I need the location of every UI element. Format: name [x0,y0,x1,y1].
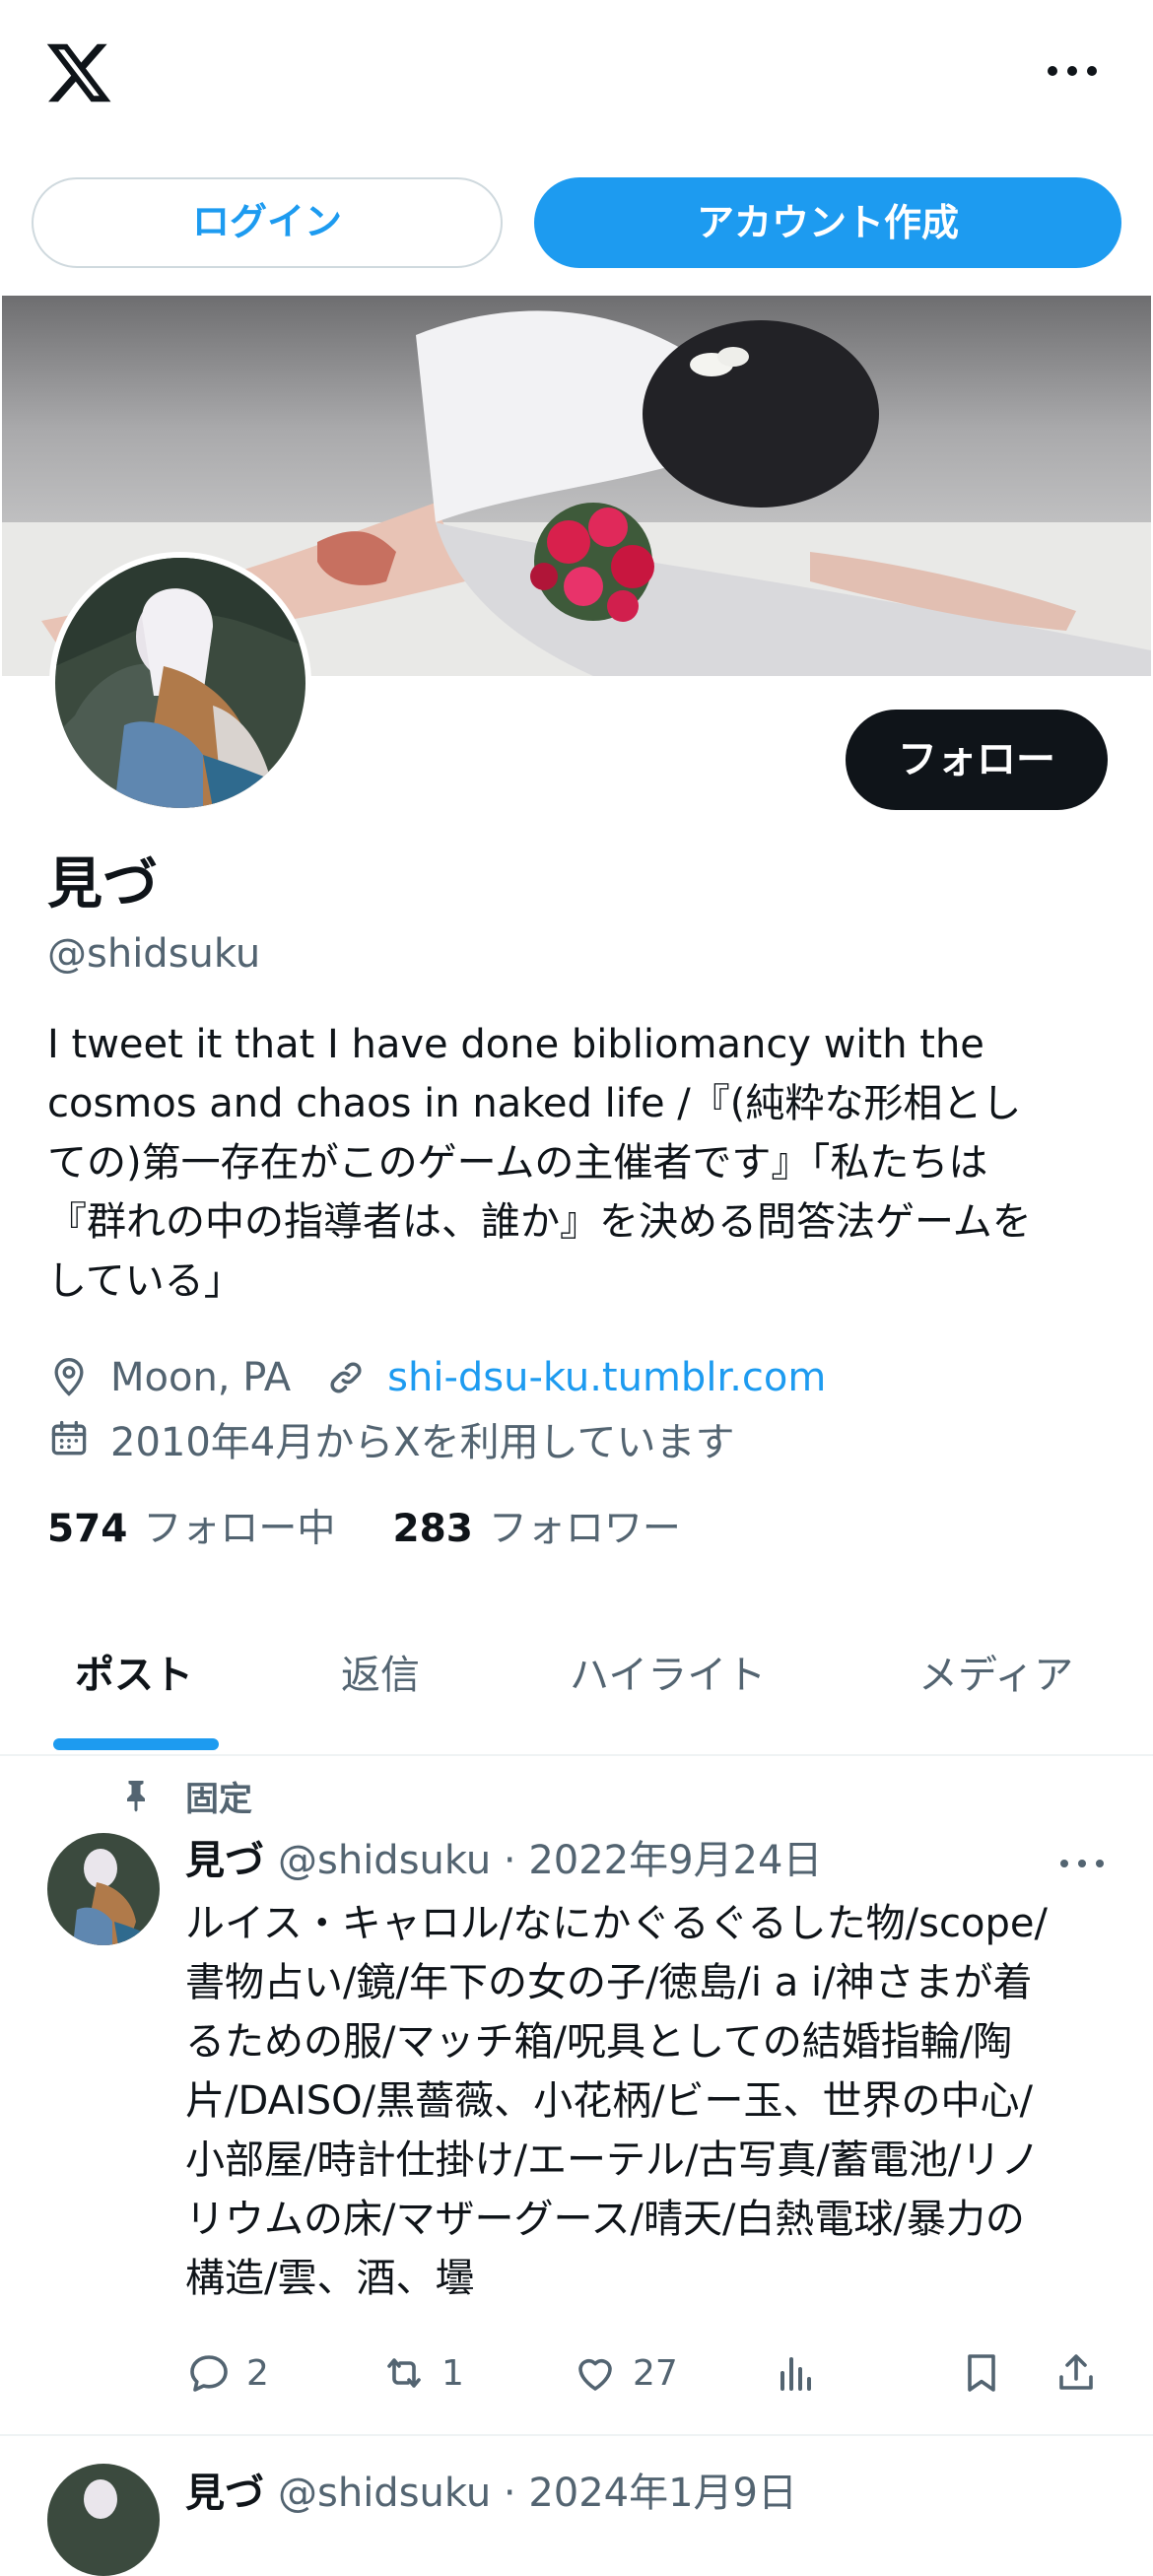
profile-joined-date: 2010年4月からXを利用しています [110,1420,735,1465]
followers-label: フォロワー [488,1507,681,1551]
profile-bio: I tweet it that I have done bibliomancy … [47,1022,1032,1304]
more-horizontal-icon[interactable] [1043,51,1106,91]
tab-media[interactable]: メディア [918,1648,1073,1703]
following-label: フォロー中 [143,1507,336,1551]
reply-button[interactable]: 2 [185,2343,269,2403]
next-post-author-name[interactable]: 見づ [185,2464,264,2523]
profile-meta-row: Moon, PA shi-dsu-ku.tumblr.com [47,1350,826,1405]
heart-icon [572,2349,619,2397]
tab-posts[interactable]: ポスト [75,1648,193,1703]
tab-highlights[interactable]: ハイライト [570,1648,766,1703]
like-count: 27 [633,2352,678,2394]
profile-tabs: ポスト 返信 ハイライト メディア [0,1608,1153,1756]
bookmark-button[interactable] [958,2343,1019,2403]
views-button[interactable] [773,2343,834,2403]
repost-icon [380,2349,428,2397]
post-more-icon[interactable] [1056,1849,1108,1878]
bookmark-icon [958,2349,1005,2397]
followers-count: 283 [392,1507,473,1551]
profile-name: 見づ [47,852,158,916]
repost-button[interactable]: 1 [380,2343,464,2403]
like-button[interactable]: 27 [572,2343,678,2403]
x-logo-icon[interactable] [43,37,114,108]
profile-joined-row: 2010年4月からXを利用しています [47,1411,734,1466]
reply-count: 2 [246,2352,269,2394]
active-tab-indicator [53,1738,219,1750]
next-post-handle-date[interactable]: @shidsuku · 2024年1月9日 [278,2464,797,2523]
pin-icon [118,1778,154,1813]
pinned-indicator: 固定 [118,1770,252,1821]
reply-icon [185,2349,233,2397]
post-divider [0,2434,1153,2436]
following-link[interactable]: 574 フォロー中 [47,1502,335,1557]
share-icon [1052,2349,1100,2397]
post-author-avatar[interactable] [47,1833,160,1945]
location-pin-icon [47,1356,91,1399]
calendar-icon [47,1417,91,1460]
follow-button[interactable]: フォロー [846,710,1108,810]
profile-location: Moon, PA [110,1355,292,1400]
top-bar [0,0,1153,148]
link-icon [324,1356,368,1399]
post-text: ルイス・キャロル/なにかぐるぐるした物/scope/ 書物占い/鏡/年下の女の子… [185,1901,1048,2301]
profile-avatar[interactable] [49,552,311,814]
pinned-label: 固定 [185,1779,252,1819]
post-handle-date[interactable]: @shidsuku · 2022年9月24日 [278,1831,822,1890]
share-button[interactable] [1052,2343,1114,2403]
repost-count: 1 [441,2352,464,2394]
login-button[interactable]: ログイン [32,177,503,268]
next-post-avatar[interactable] [47,2464,160,2576]
post-author-name[interactable]: 見づ [185,1831,264,1890]
post-header: 見づ @shidsuku · 2022年9月24日 [185,1831,822,1890]
following-count: 574 [47,1507,128,1551]
next-post-header: 見づ @shidsuku · 2024年1月9日 [185,2464,797,2523]
profile-handle: @shidsuku [47,931,261,977]
tab-replies[interactable]: 返信 [341,1648,420,1703]
post-actions: 2 1 27 [185,2343,1112,2403]
follow-counts: 574 フォロー中 283 フォロワー [47,1502,681,1557]
analytics-icon [773,2349,820,2397]
followers-link[interactable]: 283 フォロワー [392,1502,680,1557]
create-account-button[interactable]: アカウント作成 [534,177,1121,268]
profile-website-link[interactable]: shi-dsu-ku.tumblr.com [387,1355,826,1400]
